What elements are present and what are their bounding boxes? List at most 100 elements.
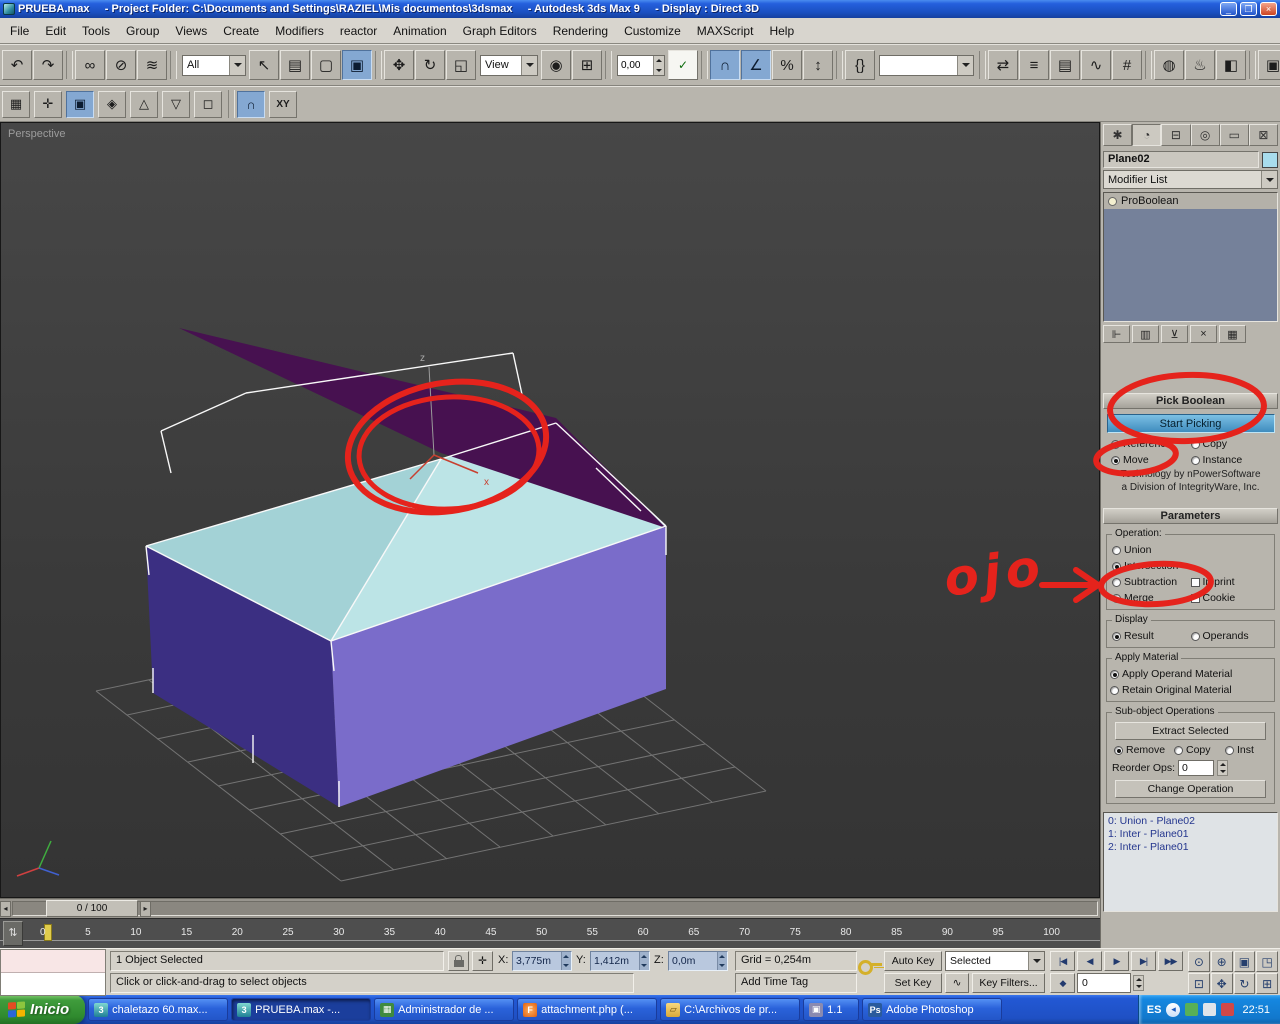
- go-to-start-button[interactable]: |◀: [1050, 951, 1075, 971]
- mini-curve-toggle-button[interactable]: ∿: [945, 973, 969, 993]
- zoom-all-button[interactable]: ⊕: [1210, 951, 1233, 972]
- key-mode-toggle[interactable]: ◆: [1050, 973, 1075, 993]
- radio-apply-operand-material[interactable]: Apply Operand Material: [1110, 666, 1271, 682]
- radio-icon[interactable]: [1190, 439, 1200, 449]
- menu-views[interactable]: Views: [167, 20, 215, 42]
- absolute-offset-toggle[interactable]: ✛: [472, 951, 493, 971]
- bind-spacewarp-button[interactable]: ≋: [137, 50, 167, 80]
- restore-button[interactable]: ❒: [1240, 2, 1257, 16]
- menu-file[interactable]: File: [2, 20, 37, 42]
- menu-modifiers[interactable]: Modifiers: [267, 20, 332, 42]
- tray-icon-2[interactable]: [1203, 1003, 1217, 1016]
- tab-create[interactable]: ✱: [1103, 124, 1133, 146]
- change-operation-button[interactable]: Change Operation: [1114, 780, 1267, 798]
- chevron-down-icon[interactable]: [1028, 952, 1044, 970]
- menu-group[interactable]: Group: [118, 20, 167, 42]
- unlink-button[interactable]: ⊘: [106, 50, 136, 80]
- checkbox-icon[interactable]: [1190, 577, 1200, 587]
- render-setup-button[interactable]: ♨: [1185, 50, 1215, 80]
- taskbar-item-attachment[interactable]: Fattachment.php (...: [517, 998, 658, 1021]
- zoom-extents-button[interactable]: ▣: [1233, 951, 1256, 972]
- spinner-snap-button[interactable]: ↕: [803, 50, 833, 80]
- chevron-down-icon[interactable]: [229, 55, 245, 75]
- schematic-view-button[interactable]: #: [1112, 50, 1142, 80]
- make-unique-button[interactable]: ⊻: [1161, 325, 1188, 343]
- play-button[interactable]: ▶: [1104, 951, 1129, 971]
- region-select-button[interactable]: ▢: [311, 50, 341, 80]
- snap-face-button[interactable]: ▽: [162, 90, 190, 118]
- select-rotate-button[interactable]: ↻: [415, 50, 445, 80]
- snap-pivot-button[interactable]: ✛: [34, 90, 62, 118]
- add-time-tag-button[interactable]: Add Time Tag: [735, 973, 857, 993]
- select-object-button[interactable]: ↖: [249, 50, 279, 80]
- set-key-button[interactable]: Set Key: [884, 973, 942, 993]
- snap-vertex-button[interactable]: ◈: [98, 90, 126, 118]
- radio-icon-selected[interactable]: [1112, 561, 1121, 571]
- curve-editor-button[interactable]: ∿: [1081, 50, 1111, 80]
- radio-icon[interactable]: [1112, 545, 1121, 555]
- clock[interactable]: 22:51: [1242, 1004, 1270, 1016]
- zoom-button[interactable]: ⊙: [1188, 951, 1210, 972]
- radio-icon[interactable]: [1110, 685, 1119, 695]
- align-button[interactable]: ≡: [1019, 50, 1049, 80]
- y-coordinate-field[interactable]: 1,412m: [590, 951, 650, 971]
- maxscript-mini-listener[interactable]: [0, 949, 106, 996]
- zoom-extents-all-button[interactable]: ◳: [1256, 951, 1278, 972]
- object-color-swatch[interactable]: [1262, 151, 1278, 168]
- snap-grid-points-button[interactable]: ▦: [2, 90, 30, 118]
- selection-filter-dropdown[interactable]: All: [182, 54, 246, 76]
- key-filters-button[interactable]: Key Filters...: [972, 973, 1045, 993]
- chevron-down-icon[interactable]: [521, 55, 537, 75]
- radio-icon-selected[interactable]: [1110, 669, 1119, 679]
- hide-icons-chevron[interactable]: ◂: [1166, 1002, 1181, 1017]
- time-slider-left-arrow[interactable]: ◂: [0, 901, 11, 917]
- selection-set-dropdown[interactable]: Selected: [945, 951, 1045, 971]
- menu-rendering[interactable]: Rendering: [545, 20, 616, 42]
- z-spinner[interactable]: [717, 952, 727, 970]
- radio-instance[interactable]: Instance: [1190, 452, 1271, 468]
- radio-reference[interactable]: Reference: [1111, 436, 1191, 452]
- radio-retain-original-material[interactable]: Retain Original Material: [1110, 682, 1271, 698]
- radio-subtraction[interactable]: Subtraction: [1112, 574, 1191, 590]
- taskbar-item-photoshop[interactable]: Ps Adobe Photoshop: [862, 998, 1003, 1021]
- operand-list-item[interactable]: 1: Inter - Plane01: [1108, 828, 1273, 841]
- radio-icon[interactable]: [1190, 455, 1200, 465]
- go-to-end-button[interactable]: ▶▶: [1158, 951, 1183, 971]
- title-bar[interactable]: PRUEBA.max - Project Folder: C:\Document…: [0, 0, 1280, 18]
- next-frame-button[interactable]: ▶|: [1131, 951, 1156, 971]
- pan-button[interactable]: ✥: [1210, 973, 1233, 994]
- rollout-parameters[interactable]: Parameters: [1103, 508, 1278, 524]
- time-slider-track[interactable]: [12, 901, 1098, 916]
- radio-extract-copy[interactable]: Copy: [1174, 742, 1225, 758]
- y-spinner[interactable]: [639, 952, 649, 970]
- checkbox-icon[interactable]: [1190, 593, 1200, 603]
- track-bar[interactable]: ⇅ 0 5 10 15 20 25 30 35 40 45 50 55 60 6…: [0, 918, 1100, 948]
- radio-result[interactable]: Result: [1112, 628, 1191, 644]
- snap-edge-button[interactable]: △: [130, 90, 158, 118]
- taskbar-item-chaletazo[interactable]: 3 chaletazo 60.max...: [88, 998, 229, 1021]
- arc-rotate-button[interactable]: ↻: [1233, 973, 1256, 994]
- radio-merge[interactable]: Merge: [1112, 590, 1191, 606]
- object-name-field[interactable]: Plane02: [1103, 151, 1259, 168]
- menu-graph-editors[interactable]: Graph Editors: [455, 20, 545, 42]
- x-spinner[interactable]: [561, 952, 571, 970]
- menu-reactor[interactable]: reactor: [332, 20, 385, 42]
- material-editor-button[interactable]: ◍: [1154, 50, 1184, 80]
- radio-icon[interactable]: [1112, 577, 1121, 587]
- tab-utilities[interactable]: ⊠: [1248, 124, 1279, 146]
- listener-script-row[interactable]: [1, 973, 105, 995]
- current-frame-field[interactable]: 0: [1077, 973, 1131, 993]
- listener-macro-row[interactable]: [1, 950, 105, 973]
- menu-customize[interactable]: Customize: [616, 20, 689, 42]
- language-indicator[interactable]: ES: [1147, 1004, 1162, 1016]
- taskbar-item-11[interactable]: ▣ 1.1: [803, 998, 860, 1021]
- configure-modifier-sets-button[interactable]: ▦: [1219, 325, 1246, 343]
- axis-constraint-xy-button[interactable]: XY: [269, 90, 297, 118]
- spinner-arrows[interactable]: [653, 55, 664, 75]
- tab-modify[interactable]: ◔: [1132, 124, 1162, 146]
- menu-animation[interactable]: Animation: [385, 20, 454, 42]
- tab-hierarchy[interactable]: ⊟: [1161, 124, 1191, 146]
- start-button[interactable]: Inicio: [0, 995, 86, 1024]
- radio-union[interactable]: Union: [1112, 542, 1191, 558]
- show-end-result-button[interactable]: ▥: [1132, 325, 1159, 343]
